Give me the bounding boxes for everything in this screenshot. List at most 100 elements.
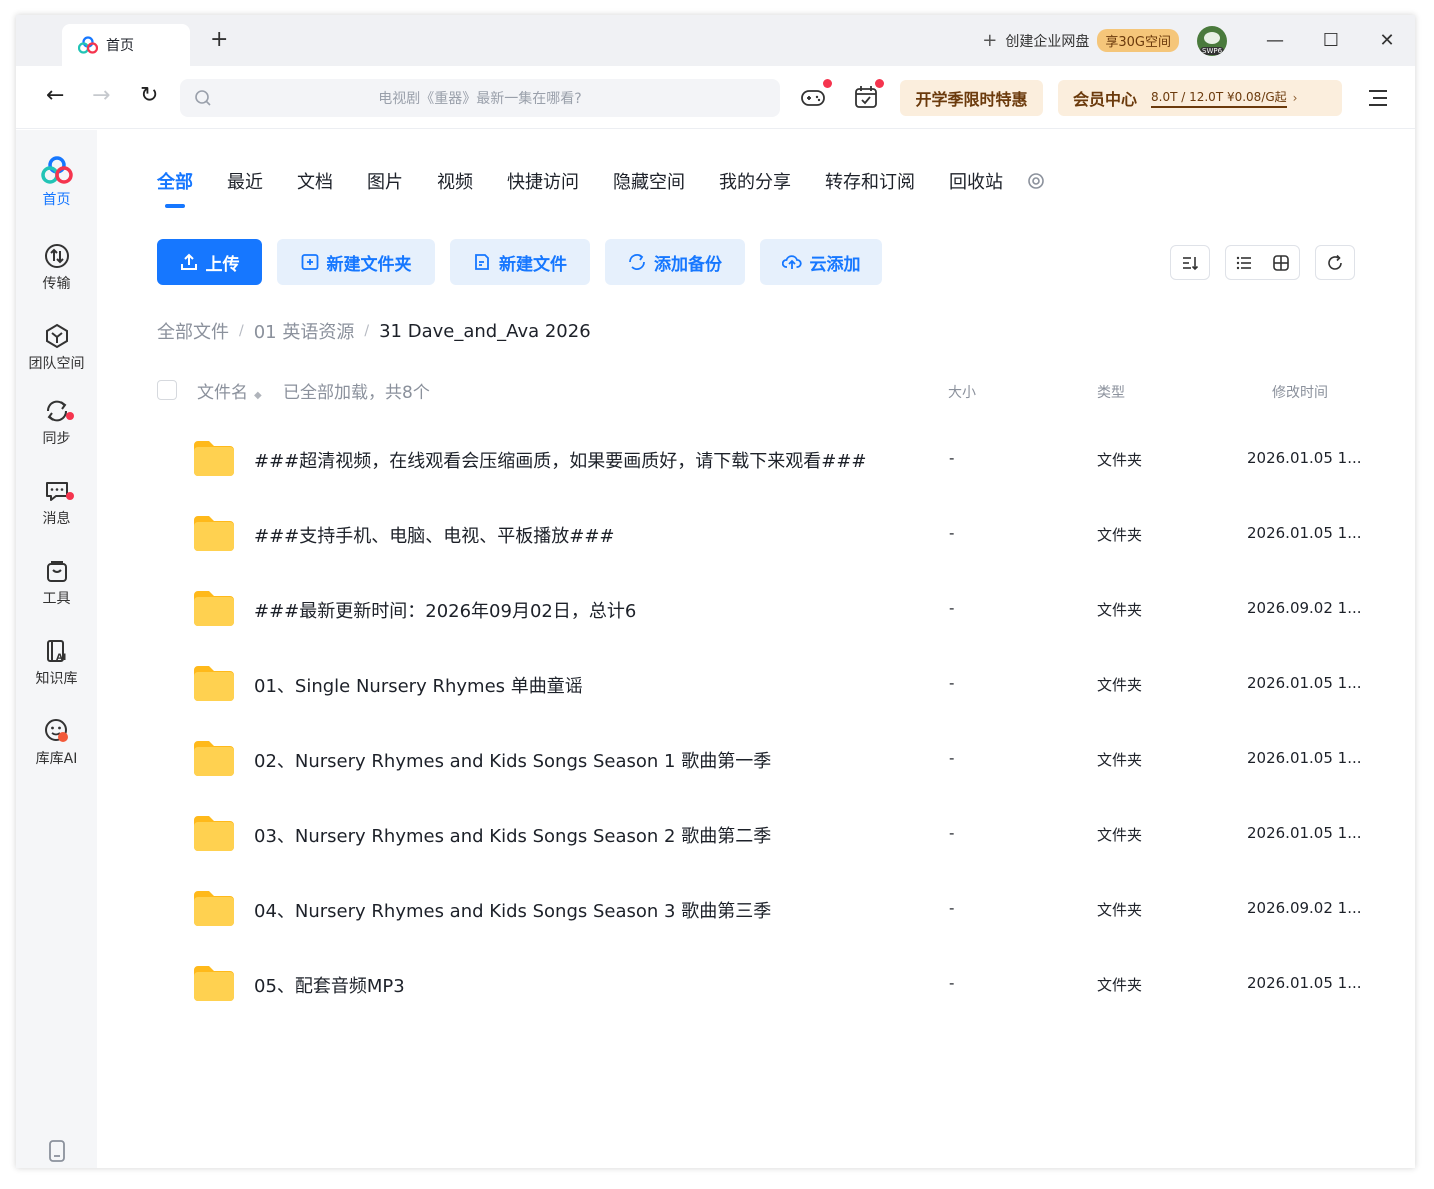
svg-text:AI: AI (56, 653, 66, 663)
back-button[interactable]: ← (46, 84, 64, 108)
sort-icon (1183, 256, 1199, 270)
maximize-button[interactable]: ☐ (1303, 15, 1359, 66)
tab-videos[interactable]: 视频 (437, 168, 473, 194)
tab-all[interactable]: 全部 (157, 168, 193, 208)
tab-my-shares[interactable]: 我的分享 (719, 168, 791, 194)
size-column-header[interactable]: 大小 (948, 382, 976, 402)
file-type: 文件夹 (1097, 901, 1143, 919)
file-mtime: 2026.01.05 1... (1247, 449, 1362, 467)
view-mode-toggle (1225, 245, 1300, 280)
file-name[interactable]: 02、Nursery Rhymes and Kids Songs Season … (254, 747, 771, 773)
vip-center-button[interactable]: 会员中心 8.0T / 12.0T ¥0.08/G起 › (1058, 80, 1342, 116)
cloud-add-label: 云添加 (809, 254, 861, 275)
folder-icon (194, 741, 234, 776)
sidebar-item-home[interactable]: 首页 (16, 155, 97, 209)
tab-transfer-subscribe[interactable]: 转存和订阅 (825, 168, 915, 194)
message-notification-dot (66, 492, 74, 500)
space-badge[interactable]: 享30G空间 (1097, 29, 1179, 52)
file-name[interactable]: 05、配套音频MP3 (254, 972, 405, 998)
file-mtime: 2026.01.05 1... (1247, 824, 1362, 842)
search-placeholder: 电视剧《重器》最新一集在哪看? (378, 91, 582, 107)
new-file-button[interactable]: 新建文件 (450, 239, 590, 285)
new-tab-button[interactable]: + (210, 29, 228, 51)
new-folder-button[interactable]: 新建文件夹 (277, 239, 435, 285)
table-row[interactable]: ###支持手机、电脑、电视、平板播放### - 文件夹 2026.01.05 1... (157, 498, 1377, 573)
file-size: - (949, 749, 955, 767)
category-tabs: 全部 最近 文档 图片 视频 快捷访问 隐藏空间 我的分享 转存和订阅 回收站 (157, 168, 1045, 208)
mobile-device-icon[interactable] (48, 1140, 66, 1162)
file-name[interactable]: ###支持手机、电脑、电视、平板播放### (254, 522, 615, 548)
sidebar-item-kuku-ai[interactable]: 库库AI (16, 718, 97, 768)
file-name[interactable]: 01、Single Nursery Rhymes 单曲童谣 (254, 672, 583, 698)
file-name[interactable]: 03、Nursery Rhymes and Kids Songs Season … (254, 822, 771, 848)
refresh-icon (1328, 254, 1342, 270)
avatar[interactable]: SWP6 (1197, 25, 1227, 56)
sidebar-item-transfer[interactable]: 传输 (16, 243, 97, 293)
sidebar-item-message[interactable]: 消息 (16, 478, 97, 528)
file-size: - (949, 899, 955, 917)
sidebar-item-team-space[interactable]: 团队空间 (16, 323, 97, 373)
create-enterprise-button[interactable]: + 创建企业网盘 (982, 30, 1089, 51)
table-row[interactable]: 05、配套音频MP3 - 文件夹 2026.01.05 1... (157, 948, 1377, 1023)
table-row[interactable]: 02、Nursery Rhymes and Kids Songs Season … (157, 723, 1377, 798)
tab-home[interactable]: 首页 (62, 24, 190, 66)
file-name[interactable]: ###最新更新时间：2026年09月02日，总计6 (254, 597, 636, 623)
grid-view-icon[interactable] (1272, 254, 1290, 272)
breadcrumb: 全部文件 / 01 英语资源 / 31 Dave_and_Ava 2026 (157, 318, 591, 344)
gamepad-icon[interactable] (799, 83, 827, 111)
menu-icon[interactable] (1368, 89, 1388, 107)
table-row[interactable]: ###最新更新时间：2026年09月02日，总计6 - 文件夹 2026.09.02 … (157, 573, 1377, 648)
sidebar: 首页 传输 团队空间 同步 消息 工具 AI 知识库 库库AI (16, 130, 97, 1168)
tab-settings-icon[interactable] (1027, 172, 1045, 190)
calendar-check-icon[interactable] (852, 83, 880, 111)
sync-notification-dot (66, 412, 74, 420)
breadcrumb-separator: / (239, 323, 244, 339)
add-backup-button[interactable]: 添加备份 (605, 239, 745, 285)
type-column-header[interactable]: 类型 (1097, 382, 1125, 402)
table-row[interactable]: ###超清视频，在线观看会压缩画质，如果要画质好，请下载下来观看### - 文件夹 2… (157, 423, 1377, 498)
list-view-icon[interactable] (1235, 254, 1253, 272)
sidebar-item-sync[interactable]: 同步 (16, 398, 97, 448)
sidebar-item-tools[interactable]: 工具 (16, 558, 97, 608)
breadcrumb-item-english-resources[interactable]: 01 英语资源 (254, 318, 355, 344)
file-name[interactable]: 04、Nursery Rhymes and Kids Songs Season … (254, 897, 771, 923)
sidebar-item-label: 传输 (42, 276, 71, 292)
search-input[interactable]: 电视剧《重器》最新一集在哪看? (180, 79, 780, 117)
new-folder-label: 新建文件夹 (326, 254, 412, 275)
folder-icon (194, 666, 234, 701)
tab-recycle-bin[interactable]: 回收站 (949, 168, 1003, 194)
select-all-checkbox[interactable] (157, 380, 177, 400)
knowledge-base-icon: AI (46, 640, 66, 663)
new-folder-icon (301, 254, 318, 270)
refresh-list-button[interactable] (1315, 245, 1355, 280)
mtime-column-header[interactable]: 修改时间 (1272, 382, 1328, 402)
refresh-button[interactable]: ↻ (140, 84, 158, 108)
table-row[interactable]: 03、Nursery Rhymes and Kids Songs Season … (157, 798, 1377, 873)
tab-hidden-space[interactable]: 隐藏空间 (613, 168, 685, 194)
file-name[interactable]: ###超清视频，在线观看会压缩画质，如果要画质好，请下载下来观看### (254, 447, 867, 473)
breadcrumb-item-all-files[interactable]: 全部文件 (157, 318, 229, 344)
sort-button[interactable] (1170, 245, 1210, 280)
sidebar-item-label: 同步 (42, 431, 71, 447)
forward-button[interactable]: → (92, 84, 110, 108)
tab-images[interactable]: 图片 (367, 168, 403, 194)
table-row[interactable]: 01、Single Nursery Rhymes 单曲童谣 - 文件夹 2026.01… (157, 648, 1377, 723)
sidebar-item-knowledge-base[interactable]: AI 知识库 (16, 638, 97, 688)
minimize-button[interactable]: — (1247, 15, 1303, 66)
upload-button[interactable]: 上传 (157, 239, 262, 285)
tab-quick-access[interactable]: 快捷访问 (507, 168, 579, 194)
name-column-header[interactable]: 文件名 ◆ (197, 378, 262, 403)
cloud-add-button[interactable]: 云添加 (760, 239, 882, 285)
tab-recent[interactable]: 最近 (227, 168, 263, 194)
folder-icon (194, 816, 234, 851)
table-row[interactable]: 04、Nursery Rhymes and Kids Songs Season … (157, 873, 1377, 948)
close-button[interactable]: ✕ (1359, 15, 1415, 66)
promo-button[interactable]: 开学季限时特惠 (900, 80, 1043, 116)
address-bar: ← → ↻ 电视剧《重器》最新一集在哪看? 开学季限时特惠 会员中心 8.0T … (16, 66, 1415, 129)
sidebar-item-label: 库库AI (35, 751, 78, 767)
file-type: 文件夹 (1097, 976, 1143, 994)
tab-documents[interactable]: 文档 (297, 168, 333, 194)
action-toolbar: 上传 新建文件夹 新建文件 添加备份 云添加 (157, 239, 897, 285)
tools-icon (46, 561, 67, 582)
file-size: - (949, 824, 955, 842)
